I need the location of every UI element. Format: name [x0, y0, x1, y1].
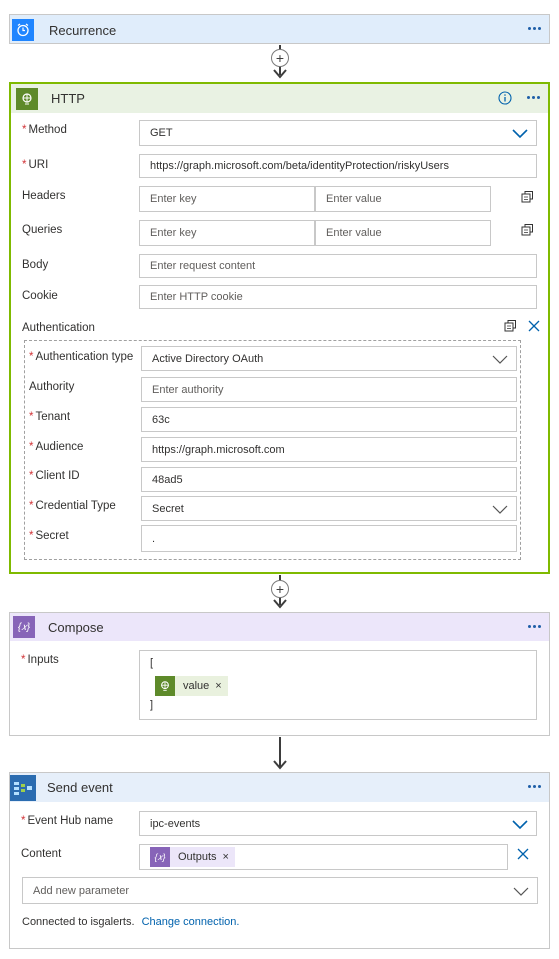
auth-type-label: * Authentication type	[29, 351, 134, 363]
event-hub-name-label: * Event Hub name	[21, 815, 114, 827]
http-title: HTTP	[51, 91, 85, 106]
remove-authentication-close-icon[interactable]	[528, 320, 540, 332]
change-connection-link[interactable]: Change connection.	[142, 916, 240, 928]
connection-info: Connected to isgalerts. Change connectio…	[22, 916, 240, 928]
remove-token-close-icon[interactable]: ×	[223, 851, 229, 863]
headers-value-input[interactable]: Enter value	[315, 186, 491, 212]
recurrence-more-menu-icon[interactable]	[526, 22, 541, 32]
chevron-down-icon	[513, 887, 529, 896]
chevron-down-icon	[492, 505, 508, 514]
queries-key-input[interactable]: Enter key	[139, 220, 315, 246]
http-more-menu-icon[interactable]	[525, 91, 540, 101]
content-label: Content	[21, 848, 62, 860]
http-card[interactable]: HTTP * Method GET * URI https://graph.micr…	[9, 82, 550, 574]
headers-key-input[interactable]: Enter key	[139, 186, 315, 212]
compose-header[interactable]: {𝑥} Compose	[10, 613, 549, 641]
compose-braces-icon: {𝑥}	[150, 847, 170, 867]
cookie-label: Cookie	[22, 290, 58, 302]
http-globe-icon	[155, 676, 175, 696]
method-label: * Method	[22, 124, 67, 136]
value-token[interactable]: value ×	[155, 676, 228, 696]
event-hub-name-select[interactable]: ipc-events	[139, 811, 537, 836]
client-id-label: * Client ID	[29, 470, 80, 482]
tenant-input[interactable]: 63c	[141, 407, 517, 432]
send-event-more-menu-icon[interactable]	[526, 780, 541, 790]
alarm-clock-icon	[12, 19, 34, 41]
inputs-close-bracket: ]	[150, 699, 154, 711]
authority-input[interactable]: Enter authority	[141, 377, 517, 402]
secret-label: * Secret	[29, 530, 69, 542]
queries-label: Queries	[22, 224, 63, 236]
compose-card[interactable]: {𝑥} Compose * Inputs [ value × ]	[9, 612, 550, 736]
cookie-input[interactable]: Enter HTTP cookie	[139, 285, 537, 309]
body-label: Body	[22, 259, 49, 271]
audience-label: * Audience	[29, 441, 84, 453]
headers-label: Headers	[22, 190, 66, 202]
insert-step-plus-icon[interactable]: +	[271, 580, 289, 598]
switch-to-text-mode-icon[interactable]	[520, 190, 534, 204]
audience-input[interactable]: https://graph.microsoft.com	[141, 437, 517, 462]
event-hub-icon	[10, 774, 36, 801]
insert-step-plus-icon[interactable]: +	[271, 49, 289, 67]
flow-arrow-icon	[273, 69, 287, 79]
outputs-token[interactable]: {𝑥} Outputs ×	[150, 847, 235, 867]
http-header[interactable]: HTTP	[11, 84, 548, 113]
authentication-group: * Authentication type Active Directory OA…	[24, 340, 521, 560]
credential-type-label: * Credential Type	[29, 500, 116, 512]
compose-more-menu-icon[interactable]	[526, 620, 541, 630]
info-icon[interactable]	[498, 91, 512, 105]
flow-arrow-icon	[273, 599, 287, 609]
inputs-open-bracket: [	[150, 657, 154, 669]
recurrence-title: Recurrence	[49, 22, 117, 38]
tenant-label: * Tenant	[29, 411, 71, 423]
compose-title: Compose	[48, 619, 104, 635]
inputs-editor[interactable]: [ value × ]	[139, 650, 537, 720]
inputs-label: * Inputs	[21, 654, 59, 666]
send-event-header[interactable]: Send event	[10, 773, 549, 802]
send-event-card[interactable]: Send event * Event Hub name ipc-events Co…	[9, 772, 550, 949]
method-select[interactable]: GET	[139, 120, 537, 146]
chevron-down-icon	[512, 129, 528, 139]
recurrence-card[interactable]: Recurrence	[9, 14, 550, 44]
switch-to-text-mode-icon[interactable]	[520, 223, 534, 237]
queries-value-input[interactable]: Enter value	[315, 220, 491, 246]
content-input[interactable]: {𝑥} Outputs ×	[139, 844, 508, 870]
switch-to-text-mode-icon[interactable]	[503, 319, 517, 333]
add-new-parameter-select[interactable]: Add new parameter	[22, 877, 538, 904]
client-id-input[interactable]: 48ad5	[141, 467, 517, 492]
flow-arrow-icon	[273, 760, 287, 770]
authentication-label: Authentication	[22, 322, 95, 334]
remove-token-close-icon[interactable]: ×	[215, 680, 221, 692]
chevron-down-icon	[492, 355, 508, 364]
auth-type-select[interactable]: Active Directory OAuth	[141, 346, 517, 371]
credential-type-select[interactable]: Secret	[141, 496, 517, 521]
body-input[interactable]: Enter request content	[139, 254, 537, 278]
secret-input[interactable]: .	[141, 525, 517, 552]
recurrence-header[interactable]: Recurrence	[10, 15, 549, 45]
method-value: GET	[150, 127, 173, 139]
send-event-title: Send event	[47, 780, 113, 795]
remove-content-close-icon[interactable]	[517, 848, 529, 860]
uri-input[interactable]: https://graph.microsoft.com/beta/identit…	[139, 154, 537, 178]
uri-label: * URI	[22, 159, 49, 171]
authority-label: Authority	[29, 381, 75, 393]
http-globe-icon	[16, 87, 38, 110]
compose-braces-icon: {𝑥}	[13, 616, 35, 638]
chevron-down-icon	[512, 820, 528, 830]
